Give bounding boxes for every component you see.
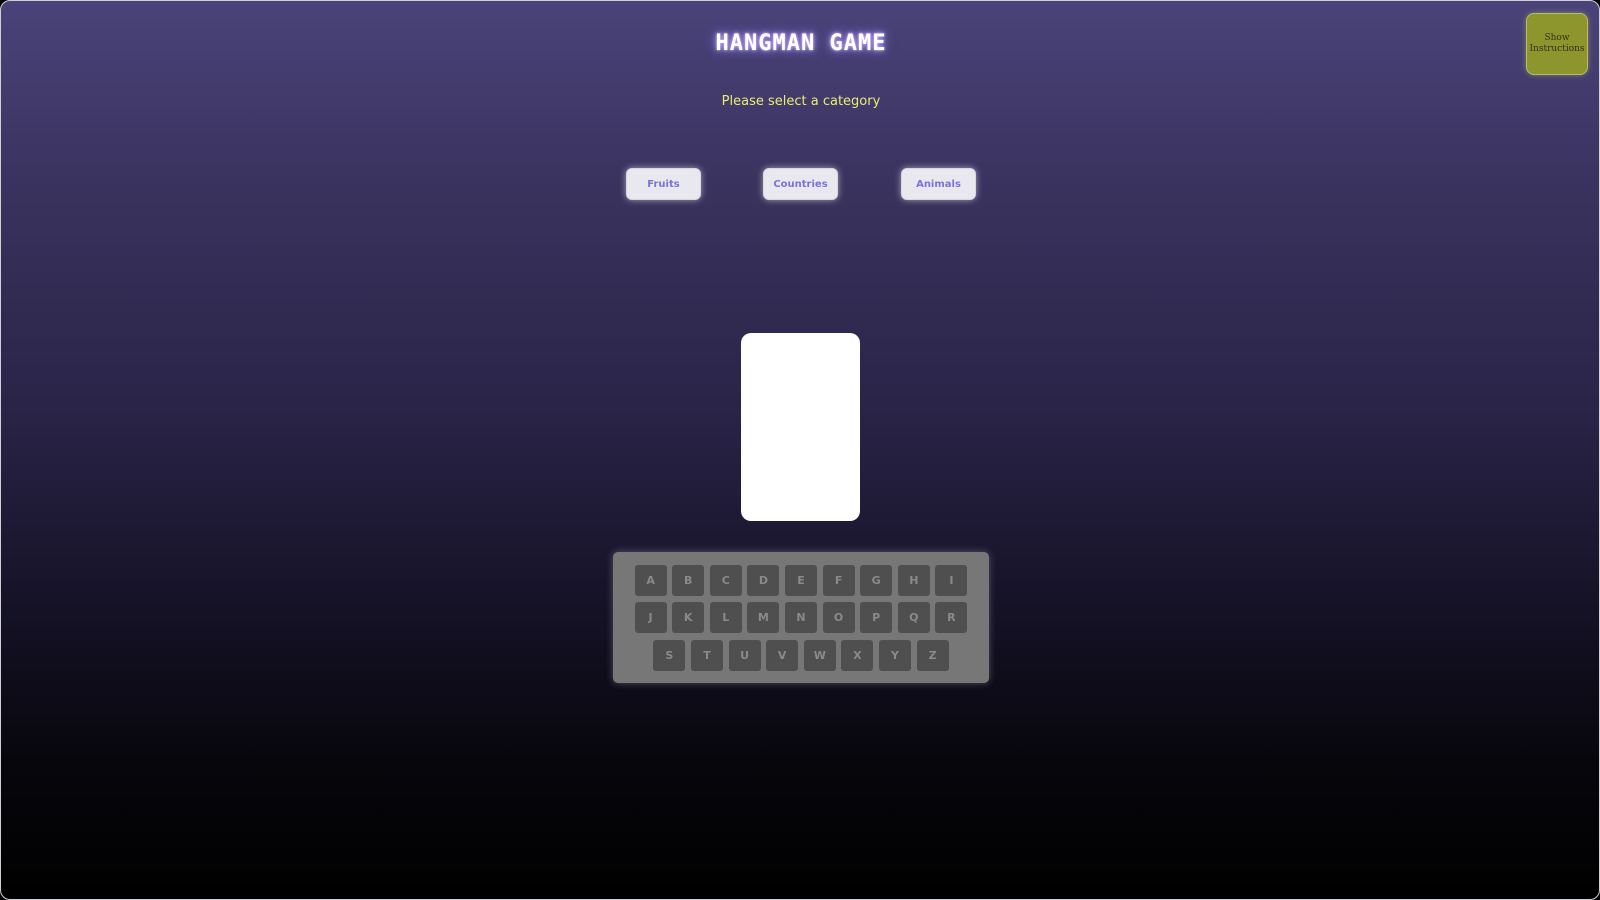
key-h[interactable]: H: [897, 565, 930, 596]
key-r[interactable]: R: [935, 602, 968, 633]
key-m[interactable]: M: [747, 602, 780, 633]
key-a[interactable]: A: [634, 565, 667, 596]
category-prompt: Please select a category: [721, 94, 881, 109]
show-instructions-button[interactable]: Show Instructions: [1526, 13, 1588, 75]
key-j[interactable]: J: [634, 602, 667, 633]
category-buttons: Fruits Countries Animals: [626, 168, 976, 200]
key-p[interactable]: P: [860, 602, 893, 633]
key-l[interactable]: L: [709, 602, 742, 633]
key-y[interactable]: Y: [879, 640, 911, 671]
key-f[interactable]: F: [822, 565, 855, 596]
key-g[interactable]: G: [860, 565, 893, 596]
letter-keyboard: ABCDEFGHI JKLMNOPQR STUVWXYZ: [613, 552, 989, 683]
key-w[interactable]: W: [803, 640, 836, 671]
key-u[interactable]: U: [728, 640, 761, 671]
game-page: HANGMAN GAME Please select a category Sh…: [0, 0, 1600, 900]
key-z[interactable]: Z: [916, 640, 949, 671]
key-c[interactable]: C: [709, 565, 742, 596]
key-n[interactable]: N: [785, 602, 817, 633]
key-q[interactable]: Q: [897, 602, 930, 633]
key-k[interactable]: K: [672, 602, 705, 633]
category-fruits-button[interactable]: Fruits: [626, 168, 701, 200]
game-title: HANGMAN GAME: [715, 31, 887, 56]
hangman-drawing-area: [741, 333, 860, 521]
key-b[interactable]: B: [672, 565, 705, 596]
key-v[interactable]: V: [766, 640, 799, 671]
key-i[interactable]: I: [935, 565, 968, 596]
key-s[interactable]: S: [653, 640, 686, 671]
category-animals-button[interactable]: Animals: [901, 168, 976, 200]
key-o[interactable]: O: [822, 602, 855, 633]
key-d[interactable]: D: [747, 565, 780, 596]
category-countries-button[interactable]: Countries: [763, 168, 838, 200]
key-e[interactable]: E: [785, 565, 817, 596]
key-t[interactable]: T: [691, 640, 723, 671]
key-x[interactable]: X: [841, 640, 874, 671]
